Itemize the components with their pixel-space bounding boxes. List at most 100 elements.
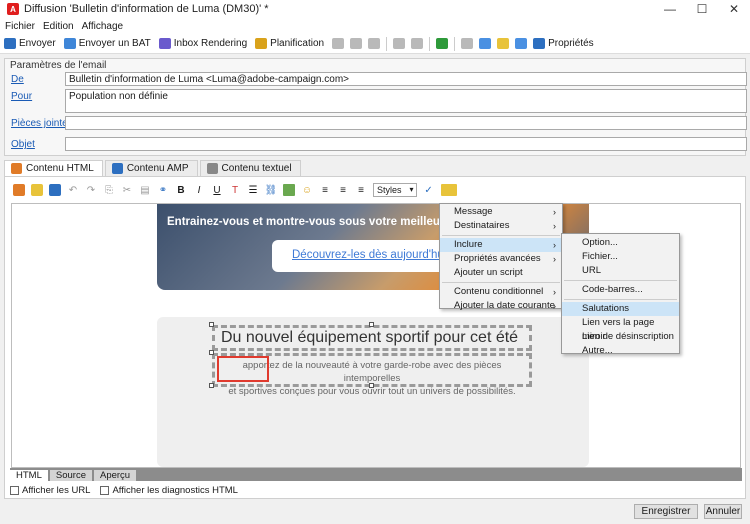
envoyer-bat-label: Envoyer un BAT (78, 38, 151, 49)
offer-icon[interactable] (497, 38, 510, 49)
link-icon[interactable]: ⛓ (265, 184, 278, 196)
inclure-submenu: Option... Fichier... URL Code-barres... … (561, 233, 680, 356)
align-center-icon[interactable]: ≡ (337, 184, 349, 196)
menu-separator (564, 280, 677, 281)
save-icon[interactable] (49, 184, 61, 196)
styles-label: Styles (377, 185, 402, 195)
cut-icon[interactable]: ✂ (121, 184, 133, 196)
underline-button[interactable]: U (211, 184, 223, 196)
cut-icon[interactable] (350, 38, 363, 49)
copy-icon[interactable] (332, 38, 345, 49)
bullet-list-icon[interactable]: ☰ (247, 184, 259, 196)
emoji-icon[interactable]: ☺ (301, 184, 313, 196)
chevron-right-icon: › (553, 287, 556, 297)
proprietes-label: Propriétés (548, 38, 594, 49)
spellcheck-icon[interactable]: ✓ (423, 184, 435, 196)
inbox-rendering-label: Inbox Rendering (173, 38, 248, 49)
redo-icon[interactable]: ↷ (85, 184, 97, 196)
pieces-jointes-field[interactable] (65, 116, 747, 130)
italic-button[interactable]: I (193, 184, 205, 196)
headline-text[interactable]: Du nouvel équipement sportif pour cet ét… (221, 329, 518, 347)
submenu-item-fichier[interactable]: Fichier... (562, 250, 679, 264)
pour-field[interactable]: Population non définie (65, 89, 747, 113)
afficher-url-label: Afficher les URL (22, 485, 91, 496)
menu-fichier[interactable]: Fichier (5, 21, 35, 32)
chevron-right-icon: › (553, 301, 556, 311)
envoyer-bat-button[interactable]: Envoyer un BAT (63, 38, 151, 49)
menu-item-ajouter-date-label: Ajouter la date courante (454, 300, 555, 311)
menu-item-ajouter-date[interactable]: Ajouter la date courante › (440, 299, 562, 313)
de-field[interactable]: Bulletin d'information de Luma <Luma@ado… (65, 72, 747, 86)
toolbar-separator (429, 36, 431, 51)
menu-item-destinataires[interactable]: Destinataires › (440, 219, 562, 233)
styles-dropdown[interactable]: Styles ▾ (373, 183, 417, 197)
image-icon[interactable] (283, 184, 295, 196)
tab-contenu-html[interactable]: Contenu HTML (4, 160, 103, 176)
afficher-url-checkbox[interactable] (10, 485, 19, 495)
objet-link[interactable]: Objet (11, 139, 35, 150)
align-right-icon[interactable]: ≡ (355, 184, 367, 196)
maximize-button[interactable]: ☐ (686, 0, 718, 18)
menu-affichage[interactable]: Affichage (82, 21, 124, 32)
envoyer-button[interactable]: Envoyer (4, 38, 56, 49)
menu-item-contenu-conditionnel[interactable]: Contenu conditionnel › (440, 285, 562, 299)
copy-icon[interactable]: ⎘ (103, 184, 115, 196)
tab-source[interactable]: Source (49, 470, 92, 481)
inbox-rendering-button[interactable]: Inbox Rendering (158, 38, 248, 49)
menu-item-proprietes-avancees[interactable]: Propriétés avancées › (440, 252, 562, 266)
new-icon[interactable] (13, 184, 25, 196)
submenu-item-lien-miroir[interactable]: Lien vers la page miroir (562, 316, 679, 342)
submenu-item-lien-desinscription[interactable]: Lien de désinscription (562, 330, 679, 344)
headline-selection[interactable]: Du nouvel équipement sportif pour cet ét… (212, 325, 532, 351)
afficher-diagnostics-option[interactable]: Afficher les diagnostics HTML (100, 485, 238, 496)
sync-icon[interactable] (515, 38, 528, 49)
enregistrer-button[interactable]: Enregistrer (634, 504, 698, 519)
open-folder-icon[interactable] (31, 184, 43, 196)
submenu-item-code-barres[interactable]: Code-barres... (562, 283, 679, 297)
clear-format-icon[interactable]: T (229, 184, 241, 196)
personalization-dropdown-icon[interactable] (440, 184, 457, 196)
tab-contenu-textuel[interactable]: Contenu textuel (199, 160, 301, 176)
annuler-button[interactable]: Annuler (704, 504, 742, 519)
tab-apercu[interactable]: Aperçu (93, 470, 137, 481)
resize-handle[interactable] (369, 383, 374, 388)
menu-item-ajouter-script[interactable]: Ajouter un script (440, 266, 562, 280)
menu-item-inclure[interactable]: Inclure › (440, 238, 562, 252)
menu-item-proprietes-avancees-label: Propriétés avancées (454, 253, 541, 264)
planification-label: Planification (270, 38, 325, 49)
redo-icon[interactable] (411, 38, 424, 49)
resize-handle[interactable] (209, 322, 214, 327)
resize-handle[interactable] (209, 383, 214, 388)
close-button[interactable]: ✕ (718, 0, 750, 18)
afficher-diagnostics-checkbox[interactable] (100, 485, 110, 495)
de-link[interactable]: De (11, 74, 24, 85)
paste-icon[interactable] (368, 38, 381, 49)
undo-icon[interactable]: ↶ (67, 184, 79, 196)
paste-icon[interactable]: ▤ (139, 184, 151, 196)
pieces-jointes-link[interactable]: Pièces jointes (11, 118, 73, 129)
afficher-url-option[interactable]: Afficher les URL (10, 485, 90, 496)
menu-item-message[interactable]: Message › (440, 205, 562, 219)
refresh-icon[interactable] (436, 38, 449, 49)
attachment-icon[interactable] (461, 38, 474, 49)
undo-icon[interactable] (393, 38, 406, 49)
personalization-icon[interactable] (479, 38, 492, 49)
hero-cta-button[interactable]: Découvrez-les dès aujourd'hui (272, 240, 452, 272)
submenu-item-option[interactable]: Option... (562, 236, 679, 250)
objet-field[interactable] (65, 137, 747, 151)
resize-handle[interactable] (209, 350, 214, 355)
submenu-item-salutations[interactable]: Salutations (562, 302, 679, 316)
pour-link[interactable]: Pour (11, 91, 32, 102)
align-left-icon[interactable]: ≡ (319, 184, 331, 196)
tab-html[interactable]: HTML (10, 470, 48, 481)
resize-handle[interactable] (369, 322, 374, 327)
tab-contenu-amp[interactable]: Contenu AMP (104, 160, 198, 176)
bold-button[interactable]: B (175, 184, 187, 196)
find-icon[interactable]: ⚭ (157, 184, 169, 196)
submenu-item-autre[interactable]: Autre... (562, 344, 679, 358)
menu-edition[interactable]: Edition (43, 21, 74, 32)
submenu-item-url[interactable]: URL (562, 264, 679, 278)
proprietes-button[interactable]: Propriétés (533, 38, 594, 49)
minimize-button[interactable]: — (654, 0, 686, 18)
planification-button[interactable]: Planification (255, 38, 324, 49)
